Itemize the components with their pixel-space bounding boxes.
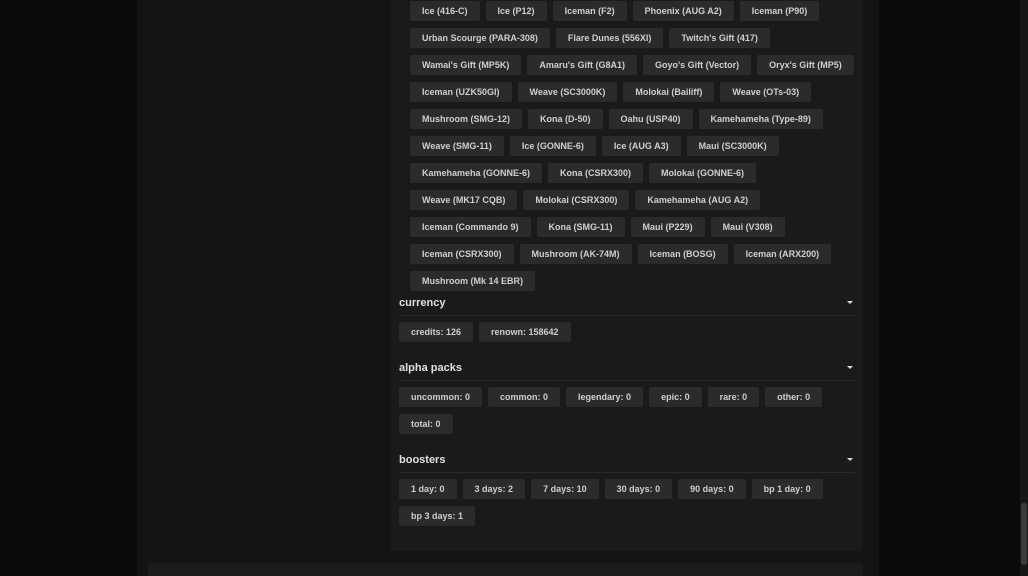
boosters-section-header[interactable]: boosters bbox=[399, 447, 855, 473]
alpha-pack-chip[interactable]: common: 0 bbox=[488, 387, 561, 407]
weapon-skin-chip[interactable]: Oahu (USP40) bbox=[608, 109, 693, 129]
weapon-skin-chip[interactable]: Iceman (UZK50GI) bbox=[410, 82, 512, 102]
weapon-skin-chip[interactable]: Ice (AUG A3) bbox=[601, 136, 681, 156]
scrollbar-thumb[interactable] bbox=[1021, 503, 1027, 565]
booster-chip[interactable]: bp 3 days: 1 bbox=[399, 506, 476, 526]
currency-chip[interactable]: credits: 126 bbox=[399, 322, 474, 342]
section-title: alpha packs bbox=[399, 361, 462, 374]
weapon-skin-chip[interactable]: Weave (MK17 CQB) bbox=[410, 190, 518, 210]
booster-chip[interactable]: 1 day: 0 bbox=[399, 479, 457, 499]
weapon-skin-chip[interactable]: Kamehameha (AUG A2) bbox=[635, 190, 761, 210]
boosters-list: 1 day: 03 days: 27 days: 10 30 days: 0 90 … bbox=[399, 479, 855, 526]
weapon-skin-chip[interactable]: Phoenix (AUG A2) bbox=[632, 1, 734, 21]
weapon-skin-chip[interactable]: Mushroom (Mk 14 EBR) bbox=[410, 271, 536, 291]
scrollbar-track[interactable] bbox=[1020, 0, 1028, 576]
weapon-skin-chip[interactable]: Twitch's Gift (417) bbox=[669, 28, 770, 48]
weapon-skin-chip[interactable]: Iceman (CSRX300) bbox=[410, 244, 514, 264]
booster-chip[interactable]: bp 1 day: 0 bbox=[751, 479, 823, 499]
alpha-packs-list: uncommon: 0 common: 0 legendary: 0 epic: 0r… bbox=[399, 387, 855, 434]
weapon-skin-chip[interactable]: Ice (416-C) bbox=[410, 1, 480, 21]
weapon-skin-chip[interactable]: Ice (GONNE-6) bbox=[509, 136, 596, 156]
weapon-skin-chip[interactable]: Iceman (BOSG) bbox=[637, 244, 728, 264]
caret-down-icon[interactable] bbox=[847, 458, 853, 461]
alpha-pack-chip[interactable]: other: 0 bbox=[765, 387, 823, 407]
weapon-skin-chip[interactable]: Ice (P12) bbox=[485, 1, 547, 21]
weapon-skin-chip[interactable]: Kamehameha (GONNE-6) bbox=[410, 163, 543, 183]
weapon-skin-chip[interactable]: Maui (P229) bbox=[630, 217, 705, 237]
alpha-packs-section-header[interactable]: alpha packs bbox=[399, 355, 855, 381]
weapon-skin-chip[interactable]: Kona (SMG-11) bbox=[536, 217, 625, 237]
weapon-skin-chip[interactable]: Iceman (ARX200) bbox=[733, 244, 832, 264]
section-title: currency bbox=[399, 296, 446, 309]
weapon-skin-chip[interactable]: Goyo's Gift (Vector) bbox=[642, 55, 752, 75]
weapon-skin-chip[interactable]: Molokai (Bailiff) bbox=[623, 82, 715, 102]
currency-list: credits: 126 renown: 158642 bbox=[399, 322, 855, 342]
alpha-pack-chip[interactable]: legendary: 0 bbox=[566, 387, 644, 407]
caret-down-icon[interactable] bbox=[847, 366, 853, 369]
alpha-pack-chip[interactable]: uncommon: 0 bbox=[399, 387, 483, 407]
bottom-panel bbox=[148, 563, 863, 576]
weapon-skin-chip[interactable]: Mushroom (AK-74M) bbox=[519, 244, 632, 264]
weapon-skin-chip[interactable]: Flare Dunes (556XI) bbox=[555, 28, 664, 48]
currency-chip[interactable]: renown: 158642 bbox=[479, 322, 571, 342]
weapon-skins-list: Ice (416-C) Ice (P12) Iceman (F2) Phoenix (… bbox=[410, 0, 860, 291]
weapon-skin-chip[interactable]: Oryx's Gift (MP5) bbox=[757, 55, 854, 75]
booster-chip[interactable]: 30 days: 0 bbox=[604, 479, 673, 499]
alpha-pack-chip[interactable]: rare: 0 bbox=[707, 387, 760, 407]
weapon-skin-chip[interactable]: Maui (V308) bbox=[710, 217, 785, 237]
weapon-skin-chip[interactable]: Iceman (Commando 9) bbox=[410, 217, 531, 237]
booster-chip[interactable]: 3 days: 2 bbox=[462, 479, 526, 499]
weapon-skin-chip[interactable]: Molokai (CSRX300) bbox=[523, 190, 630, 210]
caret-down-icon[interactable] bbox=[847, 301, 853, 304]
weapon-skin-chip[interactable]: Urban Scourge (PARA-308) bbox=[410, 28, 550, 48]
weapon-skin-chip[interactable]: Iceman (F2) bbox=[552, 1, 627, 21]
booster-chip[interactable]: 90 days: 0 bbox=[678, 479, 746, 499]
weapon-skin-chip[interactable]: Wamai's Gift (MP5K) bbox=[410, 55, 522, 75]
weapon-skin-chip[interactable]: Iceman (P90) bbox=[739, 1, 820, 21]
weapon-skin-chip[interactable]: Weave (OTs-03) bbox=[720, 82, 812, 102]
weapon-skin-chip[interactable]: Weave (SC3000K) bbox=[517, 82, 618, 102]
weapon-skin-chip[interactable]: Kamehameha (Type-89) bbox=[698, 109, 823, 129]
booster-chip[interactable]: 7 days: 10 bbox=[531, 479, 599, 499]
section-title: boosters bbox=[399, 453, 446, 466]
alpha-pack-chip[interactable]: epic: 0 bbox=[649, 387, 702, 407]
weapon-skin-chip[interactable]: Mushroom (SMG-12) bbox=[410, 109, 523, 129]
weapon-skin-chip[interactable]: Maui (SC3000K) bbox=[686, 136, 779, 156]
currency-section-header[interactable]: currency bbox=[399, 290, 855, 316]
page: Ice (416-C) Ice (P12) Iceman (F2) Phoenix (… bbox=[0, 0, 1028, 576]
weapon-skin-chip[interactable]: Molokai (GONNE-6) bbox=[649, 163, 757, 183]
weapon-skin-chip[interactable]: Weave (SMG-11) bbox=[410, 136, 504, 156]
weapon-skin-chip[interactable]: Amaru's Gift (G8A1) bbox=[527, 55, 637, 75]
alpha-pack-chip[interactable]: total: 0 bbox=[399, 414, 453, 434]
weapon-skin-chip[interactable]: Kona (CSRX300) bbox=[548, 163, 644, 183]
weapon-skin-chip[interactable]: Kona (D-50) bbox=[528, 109, 603, 129]
